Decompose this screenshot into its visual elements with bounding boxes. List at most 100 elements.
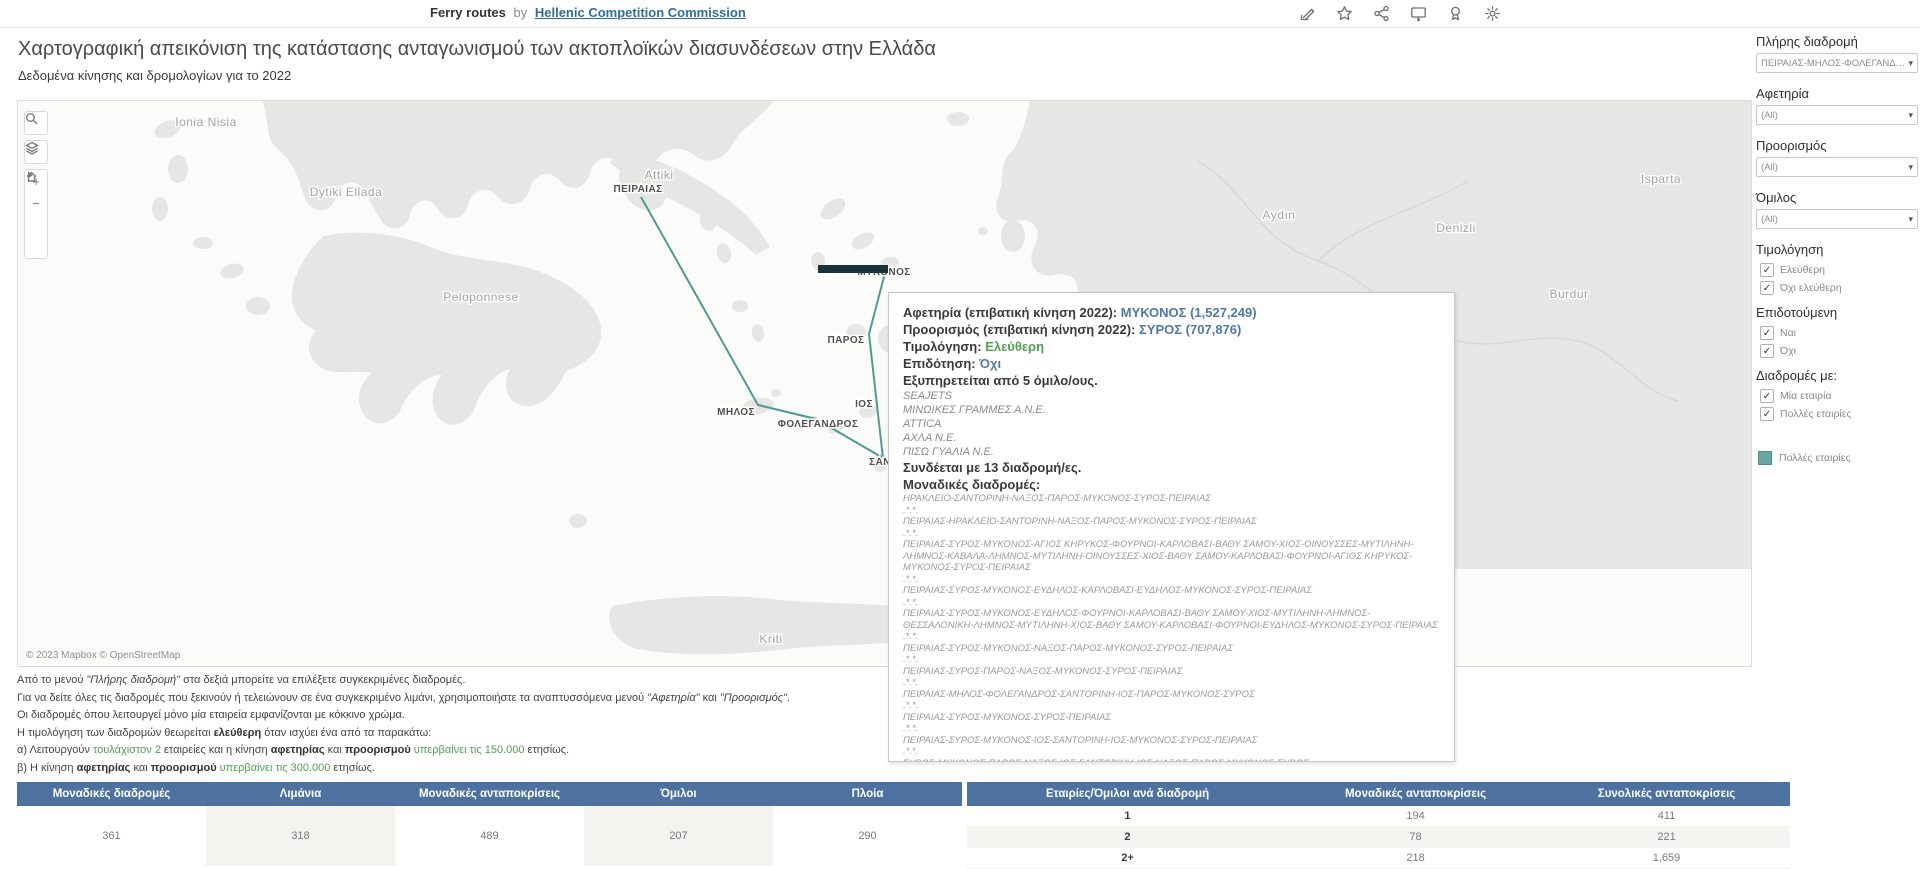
summary-value-cell[interactable]: 361	[17, 806, 206, 866]
tableau-public-toolbar: Ferry routes by Hellenic Competition Com…	[0, 0, 1920, 28]
checkbox-icon: ✓	[1760, 281, 1774, 295]
star-icon[interactable]	[1335, 4, 1353, 22]
port-label: ΦΟΛΕΓΑΝΔΡΟΣ	[778, 419, 858, 430]
tooltip-company: ΠΙΣΩ ΓΥΑΛΙΑ Ν.Ε.	[903, 445, 1440, 459]
footnote-segment: Για να δείτε όλες τις διαδρομές που ξεκι…	[17, 692, 647, 704]
checkbox-icon: ✓	[1760, 326, 1774, 340]
per-route-table-body: 11944112782212+2181,659	[967, 806, 1790, 869]
footnote-segment: όταν ισχύει ένα από τα παρακάτω:	[261, 727, 431, 739]
filter-dropdown-0[interactable]: ΠΕΙΡΑΙΑΣ-ΜΗΛΟΣ-ΦΟΛΕΓΑΝΔΡ...▾	[1756, 53, 1918, 73]
port-label: ΠΕΙΡΑΙΑΣ	[613, 184, 662, 195]
filter-checkbox[interactable]: ✓ Ναι	[1760, 326, 1918, 340]
per-route-table: Εταιρίες/Όμιλοι ανά διαδρομήΜοναδικές αν…	[967, 782, 1790, 869]
layers-icon[interactable]	[25, 141, 47, 163]
compose-icon[interactable]	[1298, 4, 1316, 22]
filter-checkbox[interactable]: ✓Όχι	[1760, 344, 1918, 358]
tooltip-route: ΠΕΙΡΑΙΑΣ-ΣΥΡΟΣ-ΠΑΡΟΣ-ΝΑΞΟΣ-ΜΥΚΟΝΟΣ-ΣΥΡΟΣ…	[903, 666, 1440, 678]
tooltip-route: ΠΕΙΡΑΙΑΣ-ΣΥΡΟΣ-ΜΥΚΟΝΟΣ-ΝΑΞΟΣ-ΠΑΡΟΣ-ΜΥΚΟΝ…	[903, 643, 1440, 655]
tooltip-route-separator: .*.*.	[903, 677, 1440, 689]
per-route-value-cell: 194	[1288, 810, 1543, 822]
tooltip-company: ATTICA	[903, 417, 1440, 431]
workbook-title-area: Ferry routes by Hellenic Competition Com…	[430, 5, 746, 20]
map-region-label: Denizli	[1436, 221, 1476, 235]
filter-group-label: Τιμολόγηση	[1756, 242, 1918, 257]
zoom-out-button[interactable]: −	[25, 192, 47, 214]
footnote-line: α) Λειτουργούν τουλάχιστον 2 εταιρείες κ…	[17, 742, 877, 760]
filter-dropdown-2[interactable]: (All)▾	[1756, 157, 1918, 177]
summary-header-cell: Μοναδικές ανταποκρίσεις	[395, 788, 584, 800]
filter-block: Πλήρης διαδρομήΠΕΙΡΑΙΑΣ-ΜΗΛΟΣ-ΦΟΛΕΓΑΝΔΡ.…	[1756, 34, 1918, 73]
summary-value-cell[interactable]: 318	[206, 806, 395, 866]
footnote-line: β) Η κίνηση αφετηρίας και προορισμού υπε…	[17, 760, 877, 778]
footnote-segment: υπερβαίνει τις 150.000	[414, 744, 525, 756]
port-label: ΠΑΡΟΣ	[828, 335, 865, 346]
chevron-down-icon: ▾	[1908, 214, 1913, 225]
route-line[interactable]	[869, 273, 885, 458]
port-label: ΜΗΛΟΣ	[717, 407, 755, 418]
summary-header-cell: Λιμάνια	[206, 788, 395, 800]
summary-value-cell[interactable]: 489	[395, 806, 584, 866]
summary-header-cell: Όμιλοι	[584, 788, 773, 800]
tooltip-route-separator: .*.*.	[903, 505, 1440, 517]
table-row[interactable]: 1194411	[967, 806, 1790, 827]
award-icon[interactable]	[1446, 4, 1464, 22]
map-tools-expander[interactable]	[25, 236, 47, 258]
filter-block: Προορισμός(All)▾	[1756, 138, 1918, 177]
map-region-label: Attiki	[644, 168, 673, 182]
footnote-segment: α) Λειτουργούν	[17, 744, 93, 756]
footnote-segment: στα δεξιά μπορείτε να επιλέξετε συγκεκρι…	[180, 674, 465, 686]
workbook-title: Ferry routes	[430, 5, 506, 20]
map-search-control	[24, 111, 48, 135]
checkbox-label: Ναι	[1780, 327, 1796, 339]
tooltip-company: SEAJETS	[903, 389, 1440, 403]
filter-checkbox[interactable]: ✓Ελεύθερη	[1760, 263, 1918, 277]
table-row[interactable]: 278221	[967, 827, 1790, 848]
dashboard-title: Χαρτογραφική απεικόνιση της κατάστασης α…	[18, 38, 936, 61]
map-region-label: Dytiki Ellada	[310, 185, 383, 199]
author-link[interactable]: Hellenic Competition Commission	[535, 5, 746, 20]
filter-checkbox[interactable]: ✓Όχι ελεύθερη	[1760, 281, 1918, 295]
tooltip-company: ΜΙΝΩΙΚΕΣ ΓΡΑΜΜΕΣ Α.Ν.Ε.	[903, 403, 1440, 417]
filter-dropdown-value: ΠΕΙΡΑΙΑΣ-ΜΗΛΟΣ-ΦΟΛΕΓΑΝΔΡ...	[1761, 58, 1905, 69]
tooltip-company: ΑΧΛΑ Ν.Ε.	[903, 431, 1440, 445]
chevron-down-icon: ▾	[1908, 162, 1913, 173]
footnote-segment: Οι διαδρομές όπου λειτουργεί μόνο μία ετ…	[17, 709, 405, 721]
footnote-segment: προορισμού	[345, 744, 411, 756]
per-route-value-cell: 218	[1288, 852, 1543, 864]
checkbox-label: Όχι	[1780, 345, 1796, 357]
filter-checkbox[interactable]: ✓Μία εταιρία	[1760, 389, 1918, 403]
filter-dropdown-value: (All)	[1761, 162, 1905, 173]
summary-header-cell: Πλοία	[773, 788, 962, 800]
zoom-home-button[interactable]	[25, 214, 47, 236]
greece-map[interactable]: Ionia NisiaDytiki ElladaAttikiPeloponnes…	[18, 101, 1751, 666]
footnote-segment: και	[325, 744, 345, 756]
filter-checkbox[interactable]: ✓Πολλές εταιρίες	[1760, 407, 1918, 421]
footnote-segment: Από το μενού	[17, 674, 86, 686]
tooltip-unique-routes-label: Μοναδικές διαδρομές:	[903, 476, 1440, 493]
footnote-segment: Η τιμολόγηση των διαδρομών θεωρείται	[17, 727, 214, 739]
filter-dropdown-1[interactable]: (All)▾	[1756, 105, 1918, 125]
tooltip-route-separator: .*.*.	[903, 528, 1440, 540]
summary-header-cell: Μοναδικές διαδρομές	[17, 788, 206, 800]
tooltip-route: ΠΕΙΡΑΙΑΣ-ΣΥΡΟΣ-ΜΥΚΟΝΟΣ-ΣΥΡΟΣ-ΠΕΙΡΑΙΑΣ	[903, 712, 1440, 724]
footnote-segment: και	[700, 692, 720, 704]
tooltip-destination: Προορισμός (επιβατική κίνηση 2022): ΣΥΡΟ…	[903, 321, 1440, 338]
gear-icon[interactable]	[1483, 4, 1501, 22]
filter-checkbox-groups: Τιμολόγηση✓Ελεύθερη✓Όχι ελεύθερηΕπιδοτού…	[1756, 242, 1918, 421]
legend-label: Πολλές εταιρίες	[1779, 452, 1851, 464]
summary-value-cell[interactable]: 290	[773, 806, 962, 866]
summary-value-cell[interactable]: 207	[584, 806, 773, 866]
map-region-label: Burdur	[1549, 287, 1588, 301]
search-icon[interactable]	[25, 112, 47, 134]
footnote-line: Για να δείτε όλες τις διαδρομές που ξεκι…	[17, 690, 877, 708]
footnote-segment: και	[130, 762, 150, 774]
map-attribution: © 2023 Mapbox © OpenStreetMap	[26, 650, 180, 661]
tooltip-route-separator: .*.*.	[903, 597, 1440, 609]
share-icon[interactable]	[1372, 4, 1390, 22]
display-icon[interactable]	[1409, 4, 1427, 22]
per-route-value-cell: 411	[1543, 810, 1790, 822]
footnote-line: Οι διαδρομές όπου λειτουργεί μόνο μία ετ…	[17, 707, 877, 725]
checkbox-icon: ✓	[1760, 407, 1774, 421]
dashboard-subtitle: Δεδομένα κίνησης και δρομολογίων για το …	[18, 68, 291, 83]
filter-dropdown-3[interactable]: (All)▾	[1756, 209, 1918, 229]
